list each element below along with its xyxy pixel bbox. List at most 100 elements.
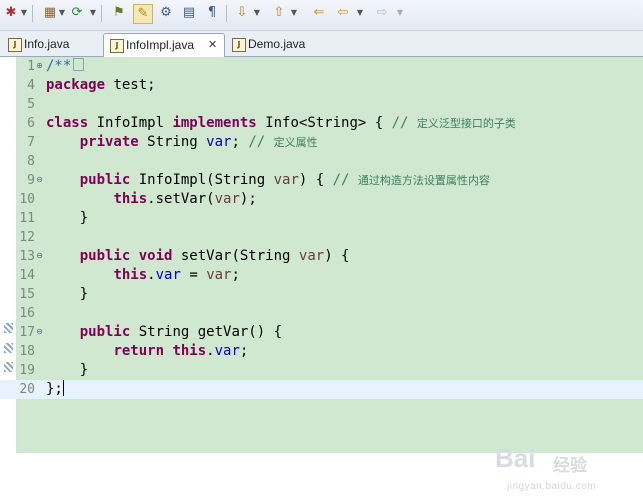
code-token: ; — [239, 343, 249, 359]
java-file-icon: J — [232, 38, 246, 52]
code-token: ) { — [324, 248, 350, 264]
collapse-fold-icon[interactable]: ⊖ — [35, 252, 44, 261]
line-number: 12 — [19, 230, 35, 245]
code-token: . — [147, 267, 156, 283]
line-number: 9 — [27, 173, 35, 188]
forward-dropdown-icon[interactable]: ▼ — [396, 4, 404, 22]
code-editor[interactable]: 1 ⊕ /** 4 package test; 5 6 class InfoIm… — [0, 57, 643, 492]
comment-token: // — [332, 172, 358, 188]
code-line: 13 ⊖ public void setVar(String var) { — [0, 247, 643, 266]
keyword-token: package — [46, 77, 106, 93]
collapsed-block-icon[interactable] — [73, 58, 85, 71]
code-line: 8 — [0, 152, 643, 171]
back-dropdown-icon[interactable]: ▼ — [356, 4, 364, 22]
keyword-token: this — [113, 267, 148, 283]
forward-icon[interactable]: ⇨ — [373, 4, 391, 22]
last-edit-icon[interactable]: ⇐ — [310, 4, 328, 22]
code-text: class InfoImpl implements Info<String> {… — [46, 114, 516, 133]
collapse-fold-icon[interactable]: ⊖ — [35, 328, 44, 337]
code-token: = — [180, 267, 207, 283]
line-number: 18 — [19, 344, 35, 359]
comment-text: 定义泛型接口的子类 — [416, 117, 516, 130]
main-toolbar: ✱ ▼ ▦ ▼ ⟳ ▼ ⚑ ✎ ⚙ ▤ ¶ ⇩ ▼ ⇧ ▼ ⇐ ⇦ ▼ ⇨ ▼ — [0, 0, 643, 31]
baidu-logo-text: 经验 — [553, 456, 587, 476]
line-number: 8 — [27, 154, 35, 169]
code-text: this.var = var; — [46, 266, 239, 285]
keyword-token: public — [79, 248, 131, 264]
toggle-block-icon[interactable]: ▤ — [180, 4, 198, 22]
code-token: . — [206, 343, 215, 359]
code-line: 10 this.setVar(var); — [0, 190, 643, 209]
line-number: 19 — [19, 363, 35, 378]
close-icon[interactable]: ✕ — [208, 34, 217, 56]
baidu-watermark: Bai 经验 jingyan.baidu.com — [495, 443, 625, 503]
code-text: public void setVar(String var) { — [46, 247, 350, 266]
next-annotation-icon[interactable]: ⇩ — [233, 4, 251, 22]
expand-fold-icon[interactable]: ⊕ — [35, 62, 44, 71]
code-text: this.setVar(var); — [46, 190, 256, 209]
keyword-token: public — [79, 172, 131, 188]
new-dropdown-icon[interactable]: ▼ — [58, 4, 66, 22]
code-line: 19 } — [0, 361, 643, 380]
comment-token: // — [391, 115, 417, 131]
open-type-icon[interactable]: ⚑ — [110, 4, 128, 22]
variable-token: var — [206, 267, 232, 283]
code-token: }; — [46, 381, 63, 397]
highlight-icon[interactable]: ✎ — [133, 4, 153, 24]
line-number: 11 — [19, 211, 35, 226]
field-token: var — [206, 134, 232, 150]
line-number: 10 — [19, 192, 35, 207]
javadoc-token: /** — [46, 58, 72, 74]
refresh-icon[interactable]: ⟳ — [68, 4, 86, 22]
tab-label: InfoImpl.java — [126, 38, 195, 52]
code-line: 16 — [0, 304, 643, 323]
code-token: InfoImpl — [88, 115, 173, 131]
code-line: 9 ⊖ public InfoImpl(String var) { // 通过构… — [0, 171, 643, 190]
tab-label: Demo.java — [248, 37, 306, 51]
line-number: 13 — [19, 249, 35, 264]
tab-info-java[interactable]: J Info.java — [2, 33, 100, 56]
collapse-fold-icon[interactable]: ⊖ — [35, 176, 44, 185]
code-text: public InfoImpl(String var) { // 通过构造方法设… — [46, 171, 490, 190]
tab-infoimpl-java[interactable]: J InfoImpl.java ✕ — [103, 33, 225, 58]
line-number: 17 — [19, 325, 35, 340]
toolbar-separator — [32, 5, 33, 22]
debug-icon[interactable]: ✱ — [2, 4, 20, 22]
keyword-token: class — [46, 115, 89, 131]
code-token: ) { — [298, 172, 333, 188]
code-text: }; — [46, 380, 64, 399]
mark-occurrences-icon[interactable]: ⚙ — [157, 4, 175, 22]
code-text: private String var; // 定义属性 — [46, 133, 318, 152]
code-token: String getVar() { — [130, 324, 283, 340]
refresh-dropdown-icon[interactable]: ▼ — [89, 4, 97, 22]
text-cursor — [62, 380, 64, 396]
code-line: 4 package test; — [0, 76, 643, 95]
keyword-token: this — [172, 343, 207, 359]
previous-annotation-dropdown-icon[interactable]: ▼ — [290, 4, 298, 22]
debug-dropdown-icon[interactable]: ▼ — [20, 4, 28, 22]
code-text: /** — [46, 57, 85, 76]
tab-label: Info.java — [24, 37, 70, 51]
next-annotation-dropdown-icon[interactable]: ▼ — [253, 4, 261, 22]
code-text: package test; — [46, 76, 156, 95]
code-token: InfoImpl(String — [130, 172, 274, 188]
line-number: 1 — [27, 59, 35, 74]
show-whitespace-icon[interactable]: ¶ — [203, 4, 221, 22]
editor-tab-bar: J Info.java J InfoImpl.java ✕ J Demo.jav… — [0, 31, 643, 58]
code-line: 11 } — [0, 209, 643, 228]
code-line: 15 } — [0, 285, 643, 304]
java-file-icon: J — [8, 38, 22, 52]
keyword-token: this — [113, 191, 148, 207]
back-icon[interactable]: ⇦ — [334, 4, 352, 22]
new-package-icon[interactable]: ▦ — [41, 4, 59, 22]
current-code-line: 20 }; — [0, 380, 643, 399]
previous-annotation-icon[interactable]: ⇧ — [270, 4, 288, 22]
line-number: 16 — [19, 306, 35, 321]
code-line: 18 return this.var; — [0, 342, 643, 361]
tab-demo-java[interactable]: J Demo.java — [226, 33, 316, 56]
line-number: 4 — [27, 78, 35, 93]
toolbar-separator — [226, 5, 227, 22]
